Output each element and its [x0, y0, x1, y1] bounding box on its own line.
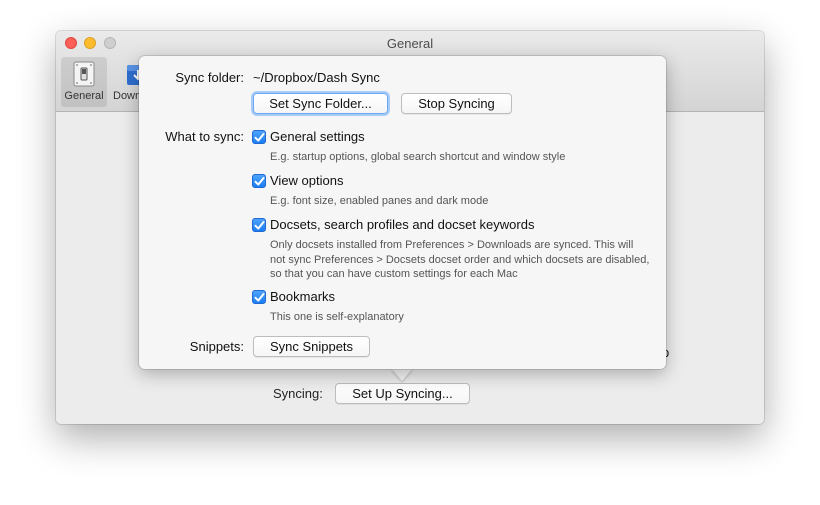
bookmarks-checkbox[interactable]: [252, 290, 266, 304]
general-settings-label[interactable]: General settings: [270, 129, 365, 144]
view-options-checkbox[interactable]: [252, 174, 266, 188]
window-title: General: [386, 36, 434, 51]
docsets-description: Only docsets installed from Preferences …: [270, 239, 650, 280]
what-to-sync-label: What to sync:: [165, 129, 244, 144]
checkmark-icon: [254, 293, 265, 302]
view-options-description: E.g. font size, enabled panes and dark m…: [270, 195, 489, 207]
checkmark-icon: [254, 133, 265, 142]
docsets-label[interactable]: Docsets, search profiles and docset keyw…: [270, 217, 534, 232]
snippets-label: Snippets:: [189, 339, 244, 354]
switch-icon: [73, 61, 95, 87]
docsets-checkbox[interactable]: [252, 218, 266, 232]
toolbar-general[interactable]: General: [61, 57, 107, 107]
sync-folder-path: ~/Dropbox/Dash Sync: [253, 70, 380, 85]
toolbar-general-label: General: [64, 90, 104, 102]
syncing-label: Syncing:: [273, 386, 323, 401]
checkmark-icon: [254, 221, 265, 230]
sync-folder-label: Sync folder:: [175, 70, 244, 85]
bookmarks-description: This one is self-explanatory: [270, 311, 404, 323]
stop-syncing-button[interactable]: Stop Syncing: [401, 93, 512, 114]
sync-snippets-button[interactable]: Sync Snippets: [253, 336, 370, 357]
sync-popover: Sync folder: ~/Dropbox/Dash Sync Set Syn…: [139, 56, 666, 369]
popover-arrow: [391, 368, 413, 381]
view-options-label[interactable]: View options: [270, 173, 343, 188]
set-sync-folder-button[interactable]: Set Sync Folder...: [253, 93, 388, 114]
general-settings-checkbox[interactable]: [252, 130, 266, 144]
general-settings-description: E.g. startup options, global search shor…: [270, 151, 566, 163]
checkmark-icon: [254, 177, 265, 186]
bookmarks-label[interactable]: Bookmarks: [270, 289, 335, 304]
set-up-syncing-button[interactable]: Set Up Syncing...: [335, 383, 470, 404]
